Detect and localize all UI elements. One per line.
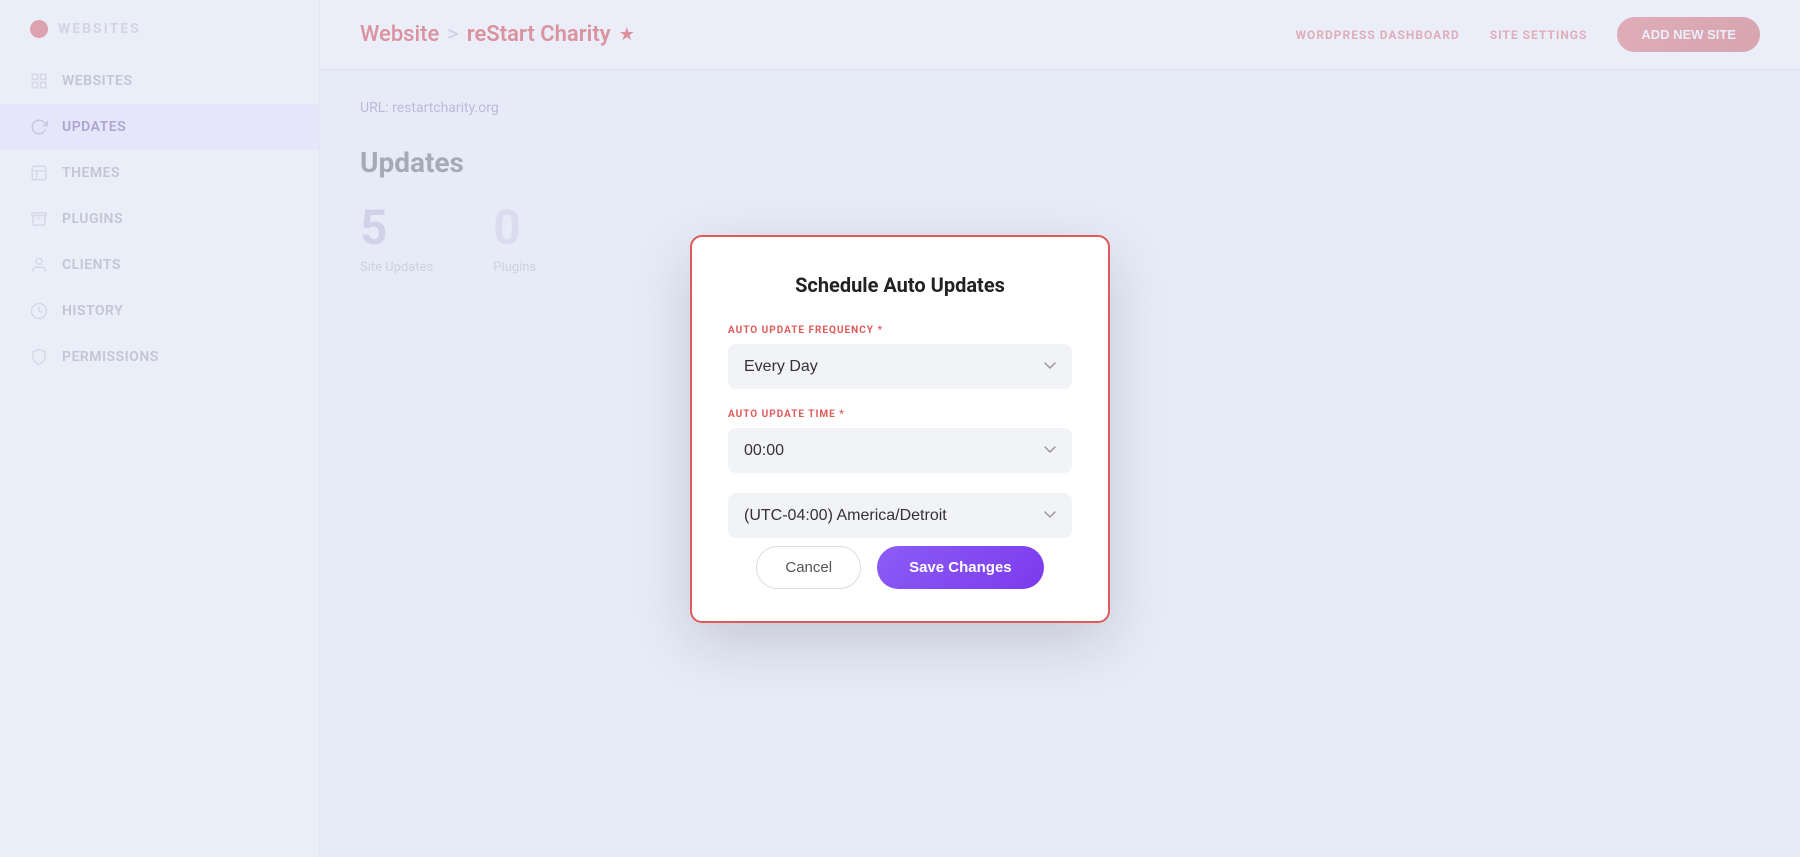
frequency-label: AUTO UPDATE FREQUENCY *: [728, 325, 1072, 336]
modal-overlay: Schedule Auto Updates AUTO UPDATE FREQUE…: [0, 0, 1800, 857]
time-label: AUTO UPDATE TIME *: [728, 409, 1072, 420]
time-select[interactable]: 00:00 01:00 02:00 03:00 04:00 05:00 06:0…: [728, 428, 1072, 473]
modal-title: Schedule Auto Updates: [728, 273, 1072, 297]
timezone-select[interactable]: (UTC-04:00) America/Detroit (UTC-05:00) …: [728, 493, 1072, 538]
schedule-auto-updates-modal: Schedule Auto Updates AUTO UPDATE FREQUE…: [690, 235, 1110, 623]
time-required: *: [839, 409, 845, 420]
save-changes-button[interactable]: Save Changes: [877, 546, 1044, 589]
frequency-select[interactable]: Every Day Every Week Every Month: [728, 344, 1072, 389]
frequency-required: *: [877, 325, 883, 336]
cancel-button[interactable]: Cancel: [756, 546, 861, 589]
modal-footer: Cancel Save Changes: [728, 546, 1072, 589]
